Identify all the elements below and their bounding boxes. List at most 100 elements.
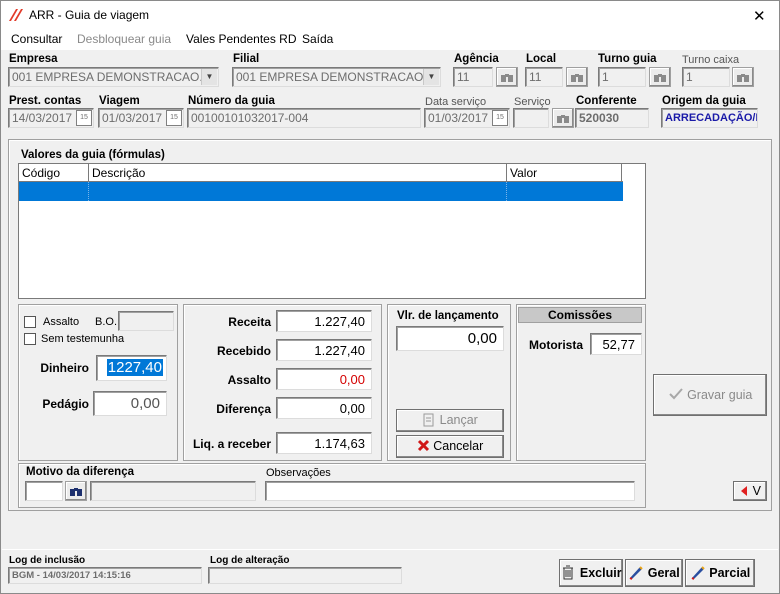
checkmark-icon	[668, 388, 683, 400]
agencia-search-button[interactable]	[496, 67, 518, 87]
viagem-date[interactable]: 01/03/2017 15	[98, 108, 184, 128]
log-alteracao-label: Log de alteração	[210, 555, 290, 566]
local-field[interactable]: 11	[525, 67, 563, 87]
local-search-button[interactable]	[566, 67, 588, 87]
turno-guia-label: Turno guia	[598, 53, 657, 65]
conferente-field[interactable]: 520030	[575, 108, 649, 128]
assalto-label: Assalto	[227, 373, 271, 387]
menu-consultar[interactable]: Consultar	[11, 32, 62, 46]
diferenca-label: Diferença	[216, 402, 271, 416]
motorista-label: Motorista	[529, 338, 583, 352]
dinheiro-input[interactable]: 1227,40	[96, 355, 167, 381]
bo-field[interactable]	[118, 311, 174, 331]
local-label: Local	[526, 53, 557, 65]
motivo-label: Motivo da diferença	[26, 466, 134, 478]
prest-contas-label: Prest. contas	[9, 95, 82, 107]
turno-caixa-field[interactable]: 1	[682, 67, 730, 87]
motivo-code-field[interactable]	[25, 481, 63, 501]
calendar-icon[interactable]: 15	[76, 110, 92, 126]
arrow-left-icon	[741, 486, 748, 496]
receita-field: 1.227,40	[276, 310, 372, 332]
menu-saida[interactable]: Saída	[302, 32, 333, 46]
dinheiro-label: Dinheiro	[40, 361, 89, 375]
assalto-checkbox[interactable]	[24, 316, 36, 328]
agencia-field[interactable]: 11	[453, 67, 493, 87]
filial-value: 001 EMPRESA DEMONSTRACAO.	[236, 70, 427, 84]
window-title: ARR - Guia de viagem	[29, 8, 150, 22]
calendar-icon[interactable]: 15	[492, 110, 508, 126]
v-button[interactable]: V	[733, 481, 767, 501]
excluir-button[interactable]: Excluir	[559, 559, 623, 587]
geral-label: Geral	[647, 566, 680, 580]
diferenca-field: 0,00	[276, 397, 372, 419]
motivo-search-button[interactable]	[65, 481, 87, 501]
parcial-button[interactable]: Parcial	[685, 559, 755, 587]
data-servico-label: Data serviço	[425, 96, 487, 108]
sem-testemunha-checkbox[interactable]	[24, 333, 36, 345]
log-inclusao-label: Log de inclusão	[9, 555, 86, 566]
col-valor[interactable]: Valor	[506, 164, 540, 182]
binoculars-icon	[654, 74, 666, 82]
chevron-down-icon[interactable]: ▼	[201, 69, 217, 85]
lancar-button[interactable]: Lançar	[396, 409, 504, 432]
title-bar: ARR - Guia de viagem ✕	[1, 1, 779, 30]
empresa-label: Empresa	[9, 53, 58, 65]
valores-title: Valores da guia (fórmulas)	[21, 149, 165, 161]
data-servico-date[interactable]: 01/03/2017 15	[424, 108, 510, 128]
log-alteracao-field	[208, 567, 402, 584]
turno-caixa-label: Turno caixa	[682, 54, 740, 66]
menu-bar: Consultar Desbloquear guia Vales Pendent…	[1, 30, 779, 50]
v-button-label: V	[752, 484, 761, 498]
lancar-label: Lançar	[439, 413, 478, 427]
viagem-value: 01/03/2017	[102, 111, 163, 125]
numero-guia-field[interactable]: 00100101032017-004	[187, 108, 421, 128]
calendar-icon[interactable]: 15	[166, 110, 182, 126]
col-codigo[interactable]: Código	[22, 166, 60, 180]
servico-search-button[interactable]	[552, 108, 574, 128]
assalto-field: 0,00	[276, 368, 372, 390]
menu-vales-pendentes[interactable]: Vales Pendentes RD	[186, 32, 297, 46]
prest-contas-date[interactable]: 14/03/2017 15	[8, 108, 94, 128]
motorista-field: 52,77	[590, 333, 642, 355]
gravar-guia-label: Gravar guia	[687, 388, 753, 402]
valores-grid[interactable]: Código Descrição Valor	[18, 163, 646, 299]
servico-label: Serviço	[514, 96, 551, 108]
gravar-guia-button[interactable]: Gravar guia	[653, 374, 767, 416]
conferente-label: Conferente	[576, 95, 637, 107]
cancelar-button[interactable]: Cancelar	[396, 435, 504, 458]
motivo-desc-field	[90, 481, 256, 501]
menu-desbloquear-guia[interactable]: Desbloquear guia	[77, 32, 171, 46]
col-end	[621, 164, 622, 182]
col-descricao[interactable]: Descrição	[88, 164, 148, 182]
print-pen-icon	[629, 566, 643, 580]
lancamento-input[interactable]: 0,00	[396, 326, 504, 351]
grid-header: Código Descrição Valor	[19, 164, 623, 182]
empresa-value: 001 EMPRESA DEMONSTRACAO.	[12, 70, 203, 84]
geral-button[interactable]: Geral	[625, 559, 683, 587]
turno-guia-search-button[interactable]	[649, 67, 671, 87]
close-icon[interactable]: ✕	[753, 7, 766, 25]
trash-icon	[563, 565, 574, 580]
table-row[interactable]	[19, 182, 623, 201]
comissoes-title: Comissões	[518, 307, 642, 323]
servico-field[interactable]	[513, 108, 549, 128]
turno-guia-field[interactable]: 1	[598, 67, 646, 87]
log-inclusao-field: BGM - 14/03/2017 14:15:16	[8, 567, 202, 584]
dinheiro-value: 1227,40	[106, 359, 163, 376]
data-servico-value: 01/03/2017	[428, 111, 489, 125]
binoculars-icon	[737, 74, 749, 82]
filial-combo[interactable]: 001 EMPRESA DEMONSTRACAO. ▼	[232, 67, 441, 87]
empresa-combo[interactable]: 001 EMPRESA DEMONSTRACAO. ▼	[8, 67, 219, 87]
main-window: ARR - Guia de viagem ✕ Consultar Desbloq…	[0, 0, 780, 594]
observacoes-label: Observações	[266, 467, 331, 479]
pedagio-input[interactable]: 0,00	[93, 391, 167, 416]
viagem-label: Viagem	[99, 95, 140, 107]
chevron-down-icon[interactable]: ▼	[423, 69, 439, 85]
agencia-label: Agência	[454, 53, 499, 65]
bo-label: B.O.	[95, 316, 118, 328]
recebido-field: 1.227,40	[276, 339, 372, 361]
turno-caixa-search-button[interactable]	[732, 67, 754, 87]
observacoes-field[interactable]	[265, 481, 635, 501]
origem-guia-label: Origem da guia	[662, 95, 746, 107]
cancelar-label: Cancelar	[433, 439, 484, 453]
